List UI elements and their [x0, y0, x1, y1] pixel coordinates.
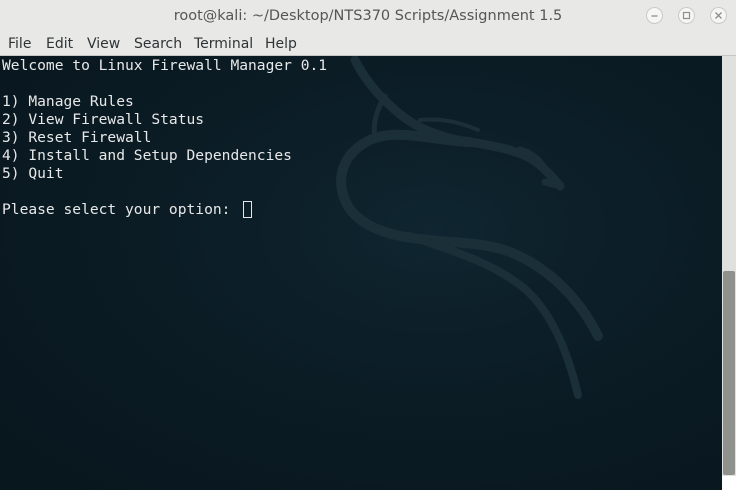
option-manage-rules: 1) Manage Rules: [2, 93, 134, 110]
menu-view[interactable]: View: [87, 32, 120, 56]
menubar: File Edit View Search Terminal Help: [0, 32, 736, 56]
menu-file[interactable]: File: [8, 32, 31, 56]
menu-edit[interactable]: Edit: [46, 32, 73, 56]
menu-search[interactable]: Search: [134, 32, 182, 56]
text-cursor[interactable]: [243, 201, 252, 218]
close-icon: [715, 12, 722, 19]
window-corner: [722, 476, 736, 490]
option-view-status: 2) View Firewall Status: [2, 111, 205, 128]
window-title: root@kali: ~/Desktop/NTS370 Scripts/Assi…: [173, 8, 563, 24]
window-titlebar[interactable]: root@kali: ~/Desktop/NTS370 Scripts/Assi…: [0, 0, 736, 32]
maximize-button[interactable]: [678, 7, 695, 24]
close-button[interactable]: [710, 7, 727, 24]
minimize-button[interactable]: [646, 7, 663, 24]
vertical-scrollbar[interactable]: [722, 56, 736, 490]
option-quit: 5) Quit: [2, 165, 64, 182]
terminal-area[interactable]: Welcome to Linux Firewall Manager 0.1 1)…: [0, 56, 722, 490]
prompt-line: Please select your option:: [2, 201, 240, 218]
option-install-dependencies: 4) Install and Setup Dependencies: [2, 147, 292, 164]
scrollbar-thumb[interactable]: [723, 271, 735, 475]
menu-help[interactable]: Help: [265, 32, 297, 56]
menu-terminal[interactable]: Terminal: [194, 32, 253, 56]
option-reset-firewall: 3) Reset Firewall: [2, 129, 152, 146]
welcome-line: Welcome to Linux Firewall Manager 0.1: [2, 57, 328, 74]
maximize-icon: [682, 11, 691, 20]
minimize-icon: [651, 15, 658, 17]
